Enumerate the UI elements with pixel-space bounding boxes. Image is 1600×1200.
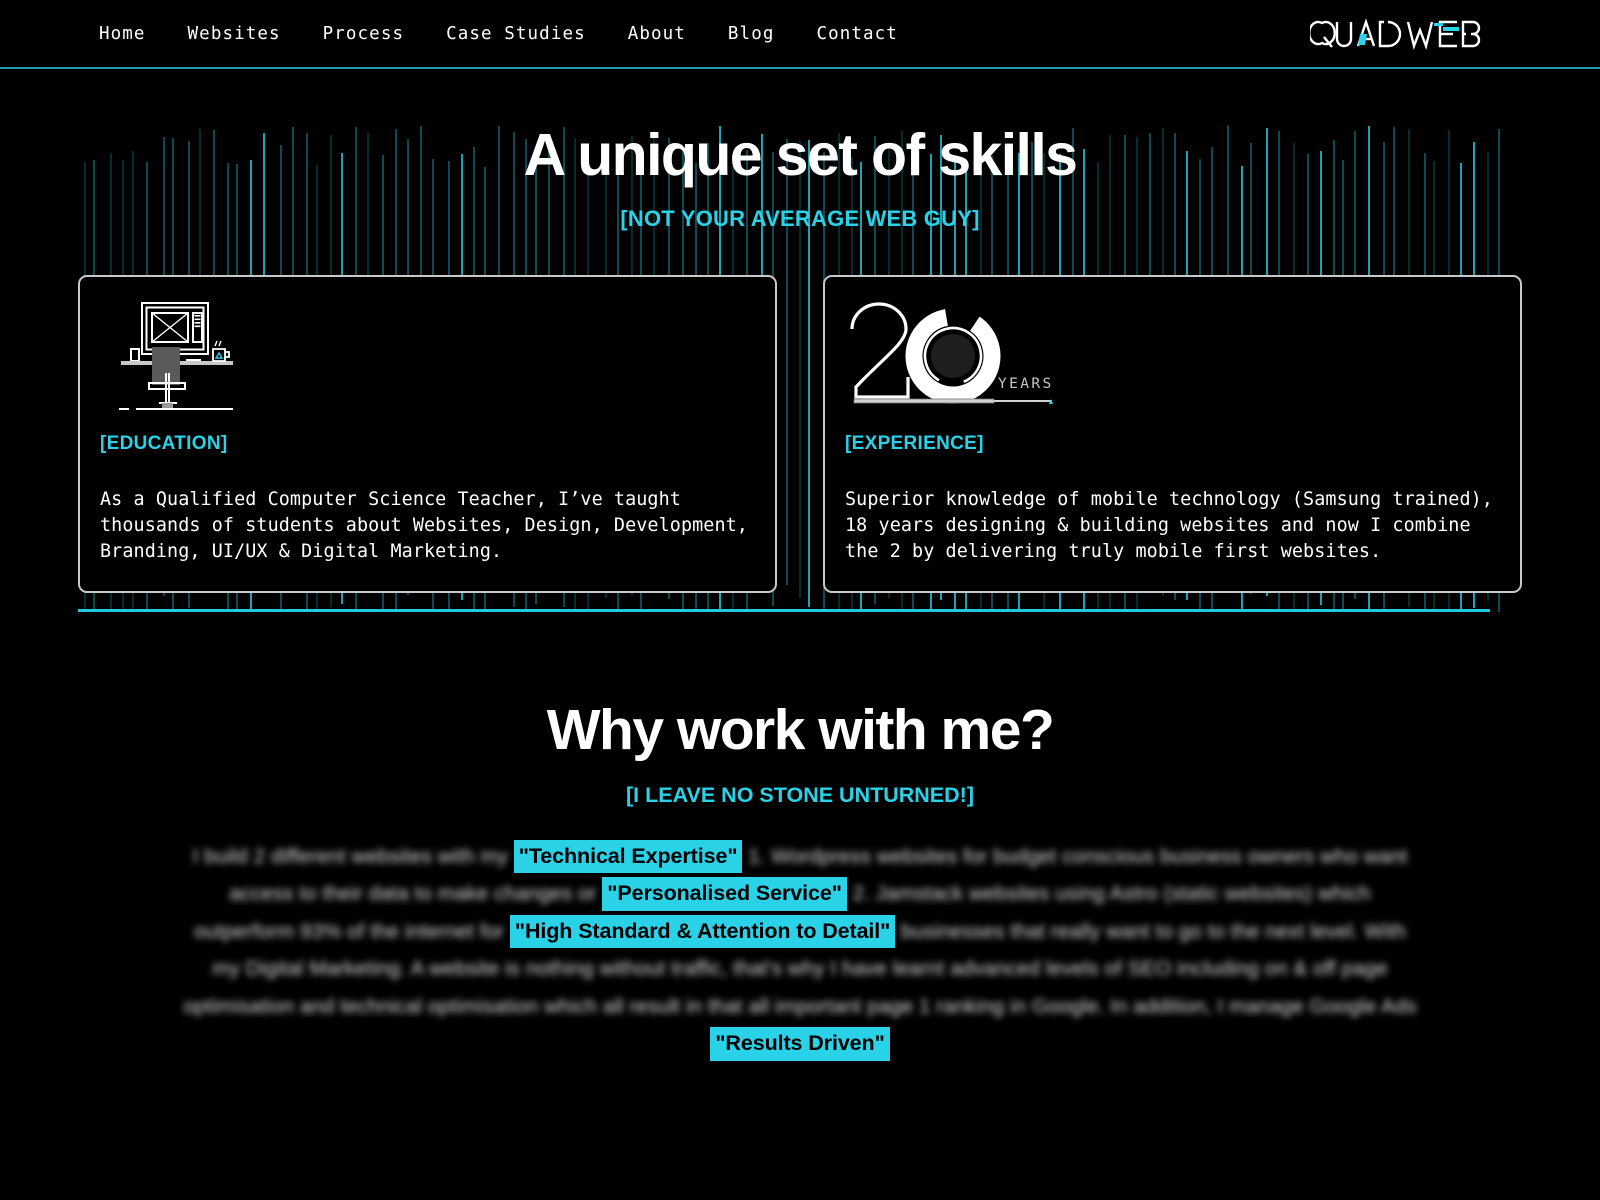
site-header: Home Websites Process Case Studies About… xyxy=(0,0,1600,69)
highlight-high-standard: "High Standard & Attention to Detail" xyxy=(509,914,896,949)
education-card-body: As a Qualified Computer Science Teacher,… xyxy=(100,488,748,562)
skills-heading: A unique set of skills xyxy=(523,122,1078,188)
nav-item-home[interactable]: Home xyxy=(78,18,167,50)
desk-workspace-icon xyxy=(100,299,755,417)
why-work-with-me-section: Why work with me? [I LEAVE NO STONE UNTU… xyxy=(0,697,1600,1063)
highlight-personalised-service: "Personalised Service" xyxy=(602,877,847,911)
nav-item-blog[interactable]: Blog xyxy=(707,18,796,50)
nav-item-contact[interactable]: Contact xyxy=(795,18,918,50)
nav-item-case-studies[interactable]: Case Studies xyxy=(425,18,607,50)
skills-subheading: [NOT YOUR AVERAGE WEB GUY] xyxy=(620,205,980,231)
nav-item-process[interactable]: Process xyxy=(302,18,425,50)
skills-card-grid: [EDUCATION] As a Qualified Computer Scie… xyxy=(0,274,1600,593)
primary-navigation: Home Websites Process Case Studies About… xyxy=(78,18,919,50)
skills-section: A unique set of skills [NOT YOUR AVERAGE… xyxy=(0,69,1600,593)
nav-item-websites[interactable]: Websites xyxy=(167,18,302,50)
section-divider-rule xyxy=(78,609,1490,612)
experience-card-body: Superior knowledge of mobile technology … xyxy=(845,488,1493,562)
why-paragraph: I build 2 different websites with my "Te… xyxy=(180,838,1420,1063)
site-logo[interactable] xyxy=(1310,17,1490,51)
experience-card-label: [EXPERIENCE] xyxy=(845,432,984,454)
experience-card: YEARS [EXPERIENCE] Superior knowledge of… xyxy=(823,274,1522,593)
twenty-years-unit-label: YEARS xyxy=(998,376,1054,392)
quad-web-logo-icon xyxy=(1310,17,1481,50)
twenty-years-icon: YEARS xyxy=(845,299,1500,417)
why-subheading: [I LEAVE NO STONE UNTURNED!] xyxy=(626,782,974,807)
why-heading: Why work with me? xyxy=(546,697,1055,762)
highlight-results-driven: "Results Driven" xyxy=(710,1027,890,1061)
nav-item-about[interactable]: About xyxy=(607,18,707,50)
education-card: [EDUCATION] As a Qualified Computer Scie… xyxy=(78,274,777,593)
highlight-technical-expertise: "Technical Expertise" xyxy=(513,839,743,874)
paragraph-segment-1: I build 2 different websites with my xyxy=(192,844,514,868)
education-card-label: [EDUCATION] xyxy=(100,432,228,454)
